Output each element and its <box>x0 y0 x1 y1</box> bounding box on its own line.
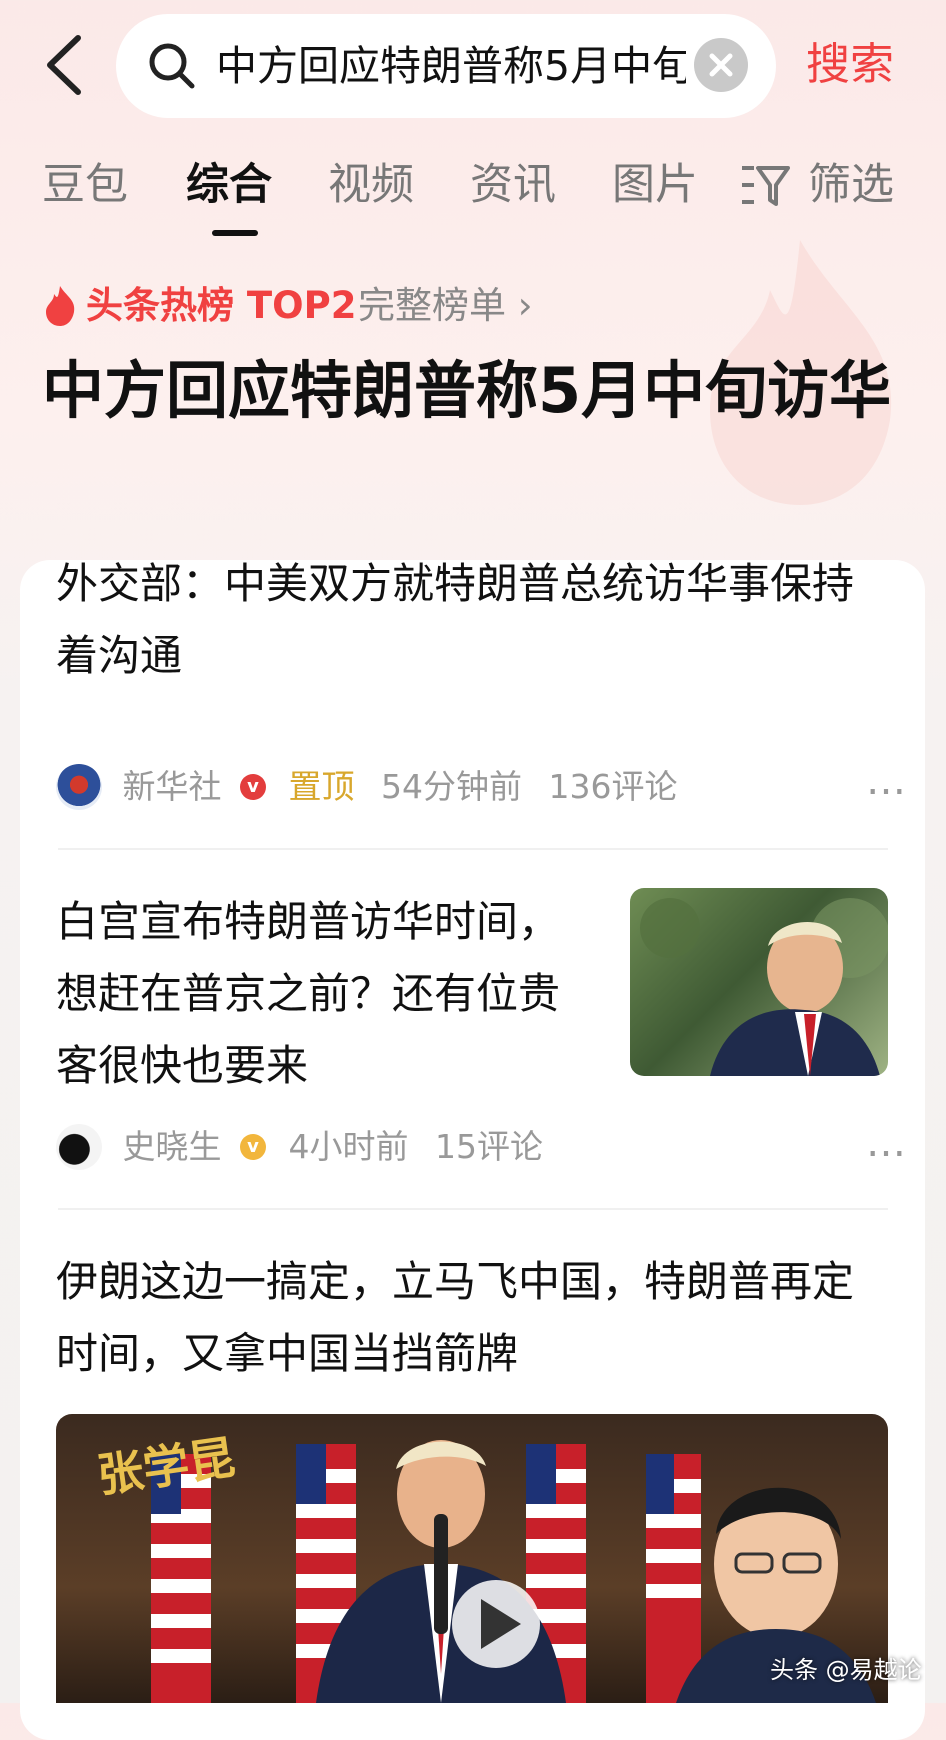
watermark: 头条 @易越论 <box>770 1656 922 1684</box>
pinned-badge: 置顶 <box>288 766 355 806</box>
person-photo-icon <box>640 898 888 1076</box>
tab-news[interactable]: 资讯 <box>470 150 556 220</box>
press-conference-photo-icon: 张学昆 <box>94 1430 876 1703</box>
verified-badge-icon: v <box>240 1133 266 1160</box>
more-options-icon[interactable]: … <box>866 758 908 804</box>
hot-list-row[interactable]: 头条热榜 TOP2 完整榜单 › <box>42 278 742 334</box>
category-tabs: 豆包 综合 视频 资讯 图片 筛选 <box>0 150 946 240</box>
article-meta-1: 新华社 v 置顶 54分钟前 136评论 <box>56 760 678 810</box>
article-title-1[interactable]: 外交部：中美双方就特朗普总统访华事保持着沟通 <box>56 548 876 692</box>
timestamp: 54分钟前 <box>381 766 522 806</box>
active-tab-indicator <box>212 230 258 236</box>
tab-doubao[interactable]: 豆包 <box>42 150 128 220</box>
comment-count: 136评论 <box>548 766 678 806</box>
back-arrow-icon[interactable] <box>40 30 100 100</box>
divider <box>58 1208 888 1210</box>
full-list-link[interactable]: 完整榜单 › <box>358 278 533 334</box>
article-meta-2: 史晓生 v 4小时前 15评论 <box>56 1120 543 1170</box>
comment-count: 15评论 <box>435 1126 543 1166</box>
article-title-2[interactable]: 白宫宣布特朗普访华时间，想赶在普京之前？还有位贵客很快也要来 <box>56 886 596 1102</box>
article-thumbnail[interactable] <box>630 888 888 1076</box>
flame-icon <box>46 286 75 326</box>
clear-icon[interactable] <box>694 38 748 92</box>
topic-title: 中方回应特朗普称5月中旬访华 <box>42 354 892 427</box>
more-options-icon[interactable]: … <box>866 1120 908 1166</box>
tab-comprehensive[interactable]: 综合 <box>186 150 272 220</box>
search-box[interactable]: 中方回应特朗普称5月中旬访华 <box>116 14 776 118</box>
filter-icon[interactable] <box>740 160 790 210</box>
filter-button[interactable]: 筛选 <box>808 150 894 220</box>
hot-rank-label: 头条热榜 TOP2 <box>86 284 357 327</box>
article-title-3[interactable]: 伊朗这边一搞定，立马飞中国，特朗普再定时间，又拿中国当挡箭牌 <box>56 1246 886 1390</box>
source-name[interactable]: 史晓生 <box>123 1122 222 1172</box>
source-name[interactable]: 新华社 <box>123 762 222 812</box>
avatar[interactable] <box>56 1123 102 1170</box>
tab-video[interactable]: 视频 <box>328 150 414 220</box>
avatar[interactable] <box>56 763 102 810</box>
search-input[interactable]: 中方回应特朗普称5月中旬访华 <box>216 36 686 96</box>
search-icon <box>149 43 195 89</box>
search-button[interactable]: 搜索 <box>806 30 894 100</box>
divider <box>58 848 888 850</box>
verified-badge-icon: v <box>240 773 266 800</box>
top-bar: 中方回应特朗普称5月中旬访华 搜索 <box>0 0 946 130</box>
timestamp: 4小时前 <box>288 1126 409 1166</box>
tab-images[interactable]: 图片 <box>612 150 698 220</box>
video-thumbnail[interactable]: 张学昆 <box>56 1414 888 1703</box>
svg-text:张学昆: 张学昆 <box>94 1430 238 1503</box>
